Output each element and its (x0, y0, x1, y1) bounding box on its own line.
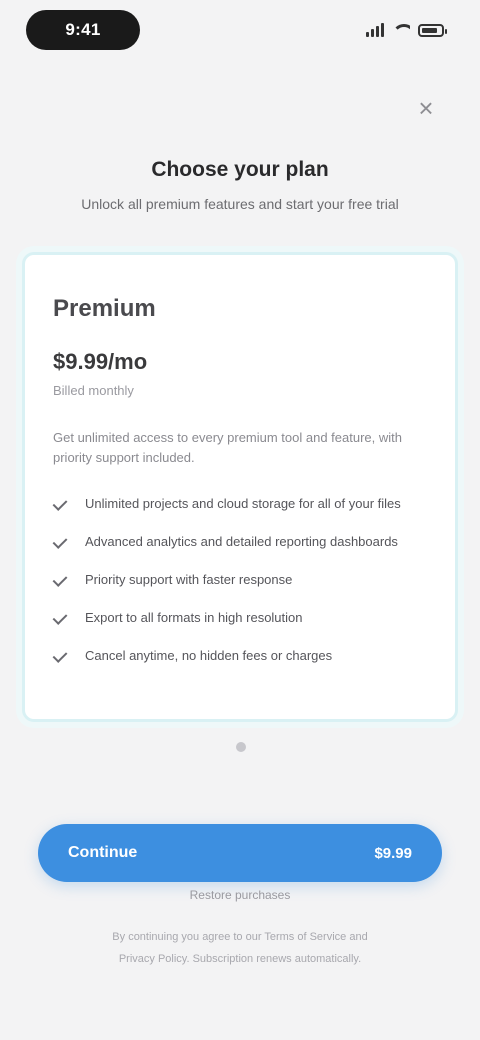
status-icons (366, 23, 447, 37)
feature-text: Unlimited projects and cloud storage for… (85, 496, 401, 511)
feature-item: Export to all formats in high resolution (53, 608, 427, 628)
paywall-screen: 9:41 × Choose your plan Unlock all premi… (0, 0, 480, 1040)
checkmark-icon (53, 646, 69, 666)
restore-purchases-link[interactable]: Restore purchases (0, 888, 480, 902)
signal-icon (366, 23, 384, 37)
page-title: Choose your plan (151, 158, 329, 181)
legal-text: By continuing you agree to our Terms of … (60, 926, 420, 970)
subscribe-button[interactable]: Continue $9.99 (38, 824, 442, 882)
feature-text: Priority support with faster response (85, 572, 293, 587)
feature-text: Export to all formats in high resolution (85, 610, 303, 625)
feature-item: Priority support with faster response (53, 570, 427, 590)
header: Choose your plan Unlock all premium feat… (0, 158, 480, 212)
feature-item: Cancel anytime, no hidden fees or charge… (53, 646, 427, 666)
status-time: 9:41 (26, 10, 140, 50)
feature-item: Advanced analytics and detailed reportin… (53, 532, 427, 552)
subscribe-label: Continue (68, 844, 138, 861)
status-bar: 9:41 (0, 0, 480, 60)
plan-name: Premium (53, 295, 156, 322)
subscribe-price: $9.99 (374, 844, 412, 862)
feature-text: Advanced analytics and detailed reportin… (85, 534, 398, 549)
legal-line[interactable]: By continuing you agree to our Terms of … (60, 926, 420, 948)
feature-list: Unlimited projects and cloud storage for… (53, 494, 427, 666)
legal-line[interactable]: Privacy Policy. Subscription renews auto… (60, 948, 420, 970)
feature-item: Unlimited projects and cloud storage for… (53, 494, 427, 514)
battery-icon (418, 23, 447, 37)
checkmark-icon (53, 608, 69, 628)
plan-description: Get unlimited access to every premium to… (53, 430, 402, 465)
pagination-dot[interactable] (236, 742, 246, 752)
close-icon[interactable]: × (412, 94, 440, 122)
page-subtitle: Unlock all premium features and start yo… (81, 196, 399, 212)
checkmark-icon (53, 570, 69, 590)
plan-price: $9.99/mo (53, 349, 148, 374)
checkmark-icon (53, 532, 69, 552)
plan-card[interactable]: Premium $9.99/mo Billed monthly Get unli… (22, 252, 458, 722)
plan-billing: Billed monthly (53, 383, 134, 398)
checkmark-icon (53, 494, 69, 514)
wifi-icon (392, 24, 410, 36)
feature-text: Cancel anytime, no hidden fees or charge… (85, 648, 333, 663)
